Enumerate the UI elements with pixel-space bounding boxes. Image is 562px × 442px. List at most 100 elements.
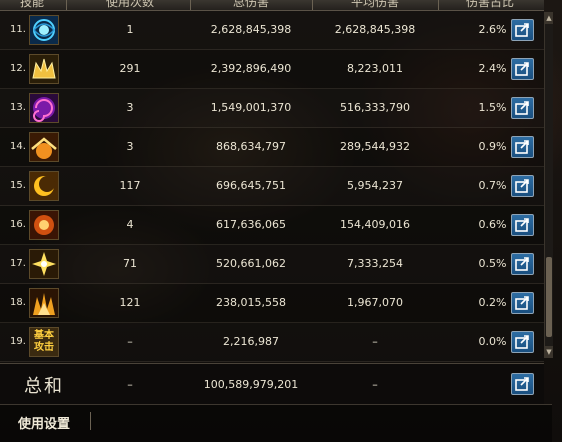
scroll-down-icon[interactable]: ▼ <box>545 346 553 358</box>
table-row: 19. 基本 攻击 – 2,216,987 – 0.0 % <box>0 323 544 362</box>
avg-damage-value: 516,333,790 <box>340 101 410 114</box>
share-button[interactable] <box>511 175 534 197</box>
percent-sign: % <box>496 335 507 348</box>
table-row: 13. 3 1,549,001,370 516,333,790 1.5 % <box>0 89 544 128</box>
damage-share-value: 0.5 <box>478 257 497 270</box>
table-row: 18. 121 238,015,558 1,967,070 0.2 % <box>0 284 544 323</box>
blue-vortex-skill-icon <box>29 15 59 45</box>
total-avg-value: – <box>372 378 378 391</box>
damage-share-value: 0.6 <box>478 218 497 231</box>
total-damage-value: 868,634,797 <box>216 140 286 153</box>
share-button[interactable] <box>511 214 534 236</box>
percent-sign: % <box>496 101 507 114</box>
share-button[interactable] <box>511 97 534 119</box>
share-button[interactable] <box>511 331 534 353</box>
share-icon <box>515 335 529 349</box>
total-damage-value: 1,549,001,370 <box>210 101 292 114</box>
share-icon <box>515 377 529 391</box>
header-divider <box>312 0 313 10</box>
golden-crown-skill-icon <box>29 54 59 84</box>
share-button[interactable] <box>511 58 534 80</box>
total-row: 总和 – 100,589,979,201 – <box>0 363 544 404</box>
table-row: 17. 71 520,661,062 7,333,254 0.5 % <box>0 245 544 284</box>
percent-sign: % <box>496 179 507 192</box>
total-damage-value: 520,661,062 <box>216 257 286 270</box>
row-index: 14. <box>10 141 26 152</box>
table-scrollbar[interactable]: ▲ ▼ <box>544 12 553 358</box>
percent-sign: % <box>496 62 507 75</box>
damage-share-value: 0.0 <box>478 335 497 348</box>
percent-sign: % <box>496 23 507 36</box>
total-damage-value: 238,015,558 <box>216 296 286 309</box>
share-icon <box>515 23 529 37</box>
table-row: 11. 1 2,628,845,398 2,628,845,398 2.6 % <box>0 11 544 50</box>
uses-value: 71 <box>123 257 137 270</box>
uses-value: 4 <box>126 218 134 231</box>
flame-ring-skill-icon <box>29 210 59 240</box>
usage-settings-button[interactable]: 使用设置 <box>18 413 70 432</box>
header-avg-damage: 平均伤害 <box>350 0 399 9</box>
row-index: 11. <box>10 24 26 35</box>
row-index: 19. <box>10 336 26 347</box>
golden-burst-skill-icon <box>29 132 59 162</box>
share-button[interactable] <box>511 136 534 158</box>
share-icon <box>515 257 529 271</box>
row-index: 17. <box>10 258 26 269</box>
avg-damage-value: 2,628,845,398 <box>334 23 416 36</box>
header-total-damage: 总伤害 <box>232 0 269 9</box>
uses-value: 1 <box>126 23 134 36</box>
percent-sign: % <box>496 140 507 153</box>
share-total-button[interactable] <box>511 373 534 395</box>
table-row: 15. 117 696,645,751 5,954,237 0.7 % <box>0 167 544 206</box>
uses-value: 3 <box>126 140 134 153</box>
share-button[interactable] <box>511 292 534 314</box>
basic-attack-icon-label: 基本 攻击 <box>34 330 54 353</box>
share-icon <box>515 218 529 232</box>
total-label: 总和 <box>24 376 64 397</box>
total-damage-value: 2,216,987 <box>223 335 279 348</box>
avg-damage-value: 7,333,254 <box>347 257 403 270</box>
avg-damage-value: 1,967,070 <box>347 296 403 309</box>
percent-sign: % <box>496 218 507 231</box>
avg-damage-value: 154,409,016 <box>340 218 410 231</box>
scroll-thumb[interactable] <box>546 257 552 337</box>
total-damage-sum: 100,589,979,201 <box>203 378 299 391</box>
header-damage-share: 伤害占比 <box>465 0 514 9</box>
fire-spikes-skill-icon <box>29 288 59 318</box>
uses-value: – <box>127 335 133 348</box>
footer-divider <box>90 412 91 430</box>
damage-share-value: 0.7 <box>478 179 497 192</box>
share-icon <box>515 179 529 193</box>
avg-damage-value: 289,544,932 <box>340 140 410 153</box>
header-skill: 技能 <box>19 0 44 9</box>
share-icon <box>515 140 529 154</box>
header-uses: 使用次数 <box>105 0 154 9</box>
percent-sign: % <box>496 296 507 309</box>
scroll-up-icon[interactable]: ▲ <box>545 12 553 24</box>
footer-bar: 使用设置 <box>0 404 552 442</box>
header-divider <box>66 0 67 10</box>
table-row: 14. 3 868,634,797 289,544,932 0.9 % <box>0 128 544 167</box>
table-header: 技能 使用次数 总伤害 平均伤害 伤害占比 <box>0 0 544 11</box>
table-row: 12. 291 2,392,896,490 8,223,011 2.4 % <box>0 50 544 89</box>
purple-spiral-skill-icon <box>29 93 59 123</box>
avg-damage-value: – <box>372 335 378 348</box>
share-button[interactable] <box>511 19 534 41</box>
total-damage-value: 617,636,065 <box>216 218 286 231</box>
uses-value: 291 <box>119 62 141 75</box>
row-index: 12. <box>10 63 26 74</box>
row-index: 16. <box>10 219 26 230</box>
star-flare-skill-icon <box>29 249 59 279</box>
row-index: 15. <box>10 180 26 191</box>
share-icon <box>515 101 529 115</box>
damage-stats-panel: 技能 使用次数 总伤害 平均伤害 伤害占比 11. 1 2,628,845,39… <box>0 0 553 442</box>
damage-share-value: 0.2 <box>478 296 497 309</box>
share-button[interactable] <box>511 253 534 275</box>
avg-damage-value: 5,954,237 <box>347 179 403 192</box>
damage-share-value: 1.5 <box>478 101 497 114</box>
row-index: 18. <box>10 297 26 308</box>
total-uses-value: – <box>127 378 133 391</box>
crescent-moon-skill-icon <box>29 171 59 201</box>
share-icon <box>515 62 529 76</box>
uses-value: 117 <box>119 179 141 192</box>
